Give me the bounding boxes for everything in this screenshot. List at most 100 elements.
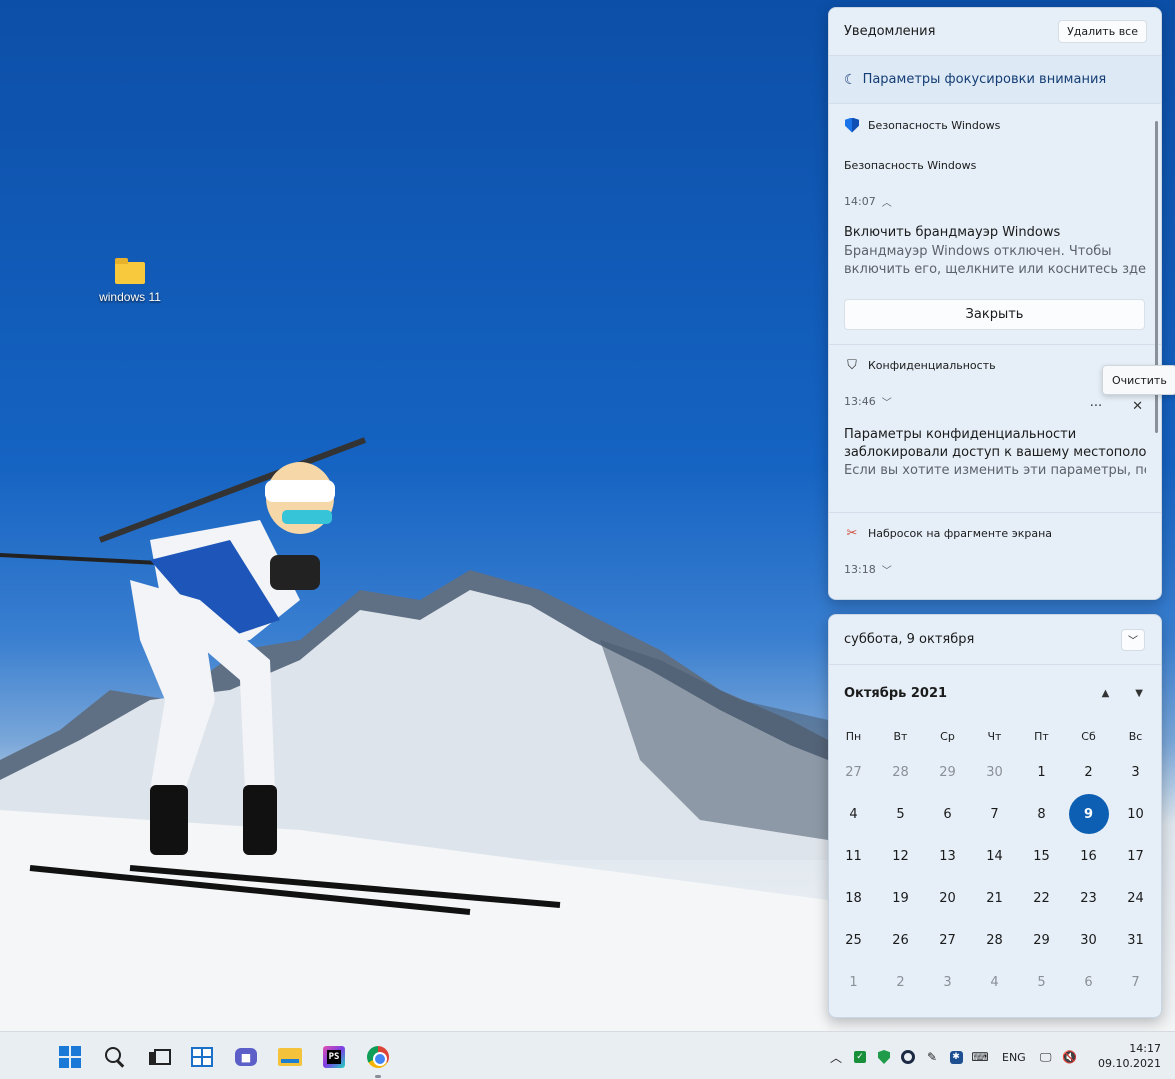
calendar-flyout: суббота, 9 октября ﹀ Октябрь 2021 ▲ ▼ Пн… bbox=[828, 614, 1162, 1018]
focus-assist-label: Параметры фокусировки внимания bbox=[862, 72, 1107, 87]
calendar-day[interactable]: 11 bbox=[830, 835, 877, 877]
chrome-button[interactable] bbox=[356, 1042, 400, 1078]
clock-date: 09.10.2021 bbox=[1098, 1057, 1161, 1070]
widgets-button[interactable] bbox=[180, 1042, 224, 1072]
search-button[interactable] bbox=[92, 1042, 136, 1072]
file-explorer-icon bbox=[278, 1048, 302, 1066]
taskbar-apps: ■ PS bbox=[48, 1042, 400, 1078]
calendar-day[interactable]: 4 bbox=[971, 961, 1018, 1003]
notification-app-name: Безопасность Windows bbox=[844, 158, 977, 172]
file-explorer-button[interactable] bbox=[268, 1042, 312, 1072]
next-month-arrow-icon[interactable]: ▼ bbox=[1135, 688, 1143, 699]
calendar-day-number: 3 bbox=[943, 974, 952, 990]
calendar-day[interactable]: 10 bbox=[1112, 793, 1159, 835]
calendar-collapse-button[interactable]: ﹀ bbox=[1121, 628, 1145, 651]
calendar-day[interactable]: 13 bbox=[924, 835, 971, 877]
calendar-day[interactable]: 12 bbox=[877, 835, 924, 877]
chevron-down-icon: ﹀ bbox=[1128, 636, 1138, 647]
calendar-day[interactable]: 17 bbox=[1112, 835, 1159, 877]
calendar-day-today[interactable]: 9 bbox=[1065, 793, 1112, 835]
volume-muted-icon[interactable]: 🔇 bbox=[1058, 1045, 1082, 1069]
search-icon bbox=[105, 1047, 121, 1063]
calendar-day[interactable]: 2 bbox=[1065, 751, 1112, 793]
calendar-day[interactable]: 28 bbox=[877, 751, 924, 793]
tray-circle-app-icon[interactable] bbox=[896, 1045, 920, 1069]
task-view-button[interactable] bbox=[136, 1042, 180, 1072]
notification-group-snip-sketch[interactable]: ✂ Набросок на фрагменте экрана 13:18 ﹀ bbox=[829, 513, 1161, 586]
calendar-day[interactable]: 6 bbox=[924, 793, 971, 835]
calendar-day[interactable]: 5 bbox=[877, 793, 924, 835]
running-indicator bbox=[375, 1075, 381, 1078]
group-app-header: ✂ Набросок на фрагменте экрана bbox=[844, 513, 1146, 553]
calendar-day[interactable]: 23 bbox=[1065, 877, 1112, 919]
calendar-day[interactable]: 6 bbox=[1065, 961, 1112, 1003]
calendar-day[interactable]: 19 bbox=[877, 877, 924, 919]
tray-app-green-icon[interactable]: ✓ bbox=[848, 1045, 872, 1069]
close-icon[interactable]: ✕ bbox=[1132, 399, 1143, 414]
calendar-day-number: 29 bbox=[1033, 932, 1050, 948]
calendar-day[interactable]: 7 bbox=[971, 793, 1018, 835]
calendar-day[interactable]: 27 bbox=[924, 919, 971, 961]
calendar-day[interactable]: 25 bbox=[830, 919, 877, 961]
calendar-day[interactable]: 16 bbox=[1065, 835, 1112, 877]
calendar-day[interactable]: 31 bbox=[1112, 919, 1159, 961]
calendar-day[interactable]: 2 bbox=[877, 961, 924, 1003]
previous-month-arrow-icon[interactable]: ▲ bbox=[1102, 688, 1110, 699]
clear-all-button[interactable]: Удалить все bbox=[1058, 20, 1147, 43]
calendar-day[interactable]: 29 bbox=[924, 751, 971, 793]
calendar-day[interactable]: 8 bbox=[1018, 793, 1065, 835]
task-view-icon bbox=[149, 1049, 171, 1065]
calendar-day[interactable]: 29 bbox=[1018, 919, 1065, 961]
system-tray: ︿ ✓ ✎ ✱ ⌨ ENG 🖵 🔇 bbox=[824, 1042, 1082, 1072]
settings-gear-tray-icon[interactable]: ✱ bbox=[944, 1045, 968, 1069]
keyboard-icon[interactable]: ⌨ bbox=[968, 1045, 992, 1069]
calendar-day[interactable]: 24 bbox=[1112, 877, 1159, 919]
calendar-day[interactable]: 22 bbox=[1018, 877, 1065, 919]
calendar-month-label[interactable]: Октябрь 2021 bbox=[844, 686, 947, 701]
calendar-day[interactable]: 20 bbox=[924, 877, 971, 919]
calendar-day-number: 16 bbox=[1080, 848, 1097, 864]
network-icon[interactable]: 🖵 bbox=[1034, 1045, 1058, 1069]
desktop-folder-windows-11[interactable]: windows 11 bbox=[94, 258, 166, 304]
group-app-name: Набросок на фрагменте экрана bbox=[868, 526, 1053, 540]
notification-list[interactable]: Безопасность Windows Безопасность Window… bbox=[829, 105, 1161, 599]
calendar-day[interactable]: 27 bbox=[830, 751, 877, 793]
calendar-day[interactable]: 28 bbox=[971, 919, 1018, 961]
focus-assist-settings-link[interactable]: ☾ Параметры фокусировки внимания bbox=[829, 56, 1161, 104]
calendar-day[interactable]: 18 bbox=[830, 877, 877, 919]
calendar-day[interactable]: 7 bbox=[1112, 961, 1159, 1003]
chevron-down-icon[interactable]: ﹀ bbox=[882, 562, 892, 577]
security-shield-icon[interactable] bbox=[872, 1045, 896, 1069]
weekday-header: Пт bbox=[1034, 729, 1049, 743]
calendar-day[interactable]: 5 bbox=[1018, 961, 1065, 1003]
chevron-down-icon[interactable]: ﹀ bbox=[882, 394, 892, 409]
calendar-day[interactable]: 15 bbox=[1018, 835, 1065, 877]
taskbar-clock[interactable]: 14:17 09.10.2021 bbox=[1098, 1041, 1161, 1071]
windows-security-shield-icon bbox=[844, 117, 860, 133]
notification-time: 13:18 bbox=[844, 563, 876, 576]
calendar-day[interactable]: 1 bbox=[1018, 751, 1065, 793]
calendar-day[interactable]: 14 bbox=[971, 835, 1018, 877]
calendar-day[interactable]: 30 bbox=[1065, 919, 1112, 961]
chevron-up-icon[interactable]: ︿ bbox=[882, 194, 892, 209]
notification-group-security[interactable]: Безопасность Windows Безопасность Window… bbox=[829, 105, 1161, 345]
weekday-header: Пн bbox=[845, 729, 862, 743]
more-options-icon[interactable]: ··· bbox=[1090, 399, 1102, 414]
notification-heading-line: заблокировали доступ к вашему местополож… bbox=[844, 445, 1146, 460]
weekday-header: Вс bbox=[1128, 729, 1143, 743]
show-hidden-icons-chevron-icon[interactable]: ︿ bbox=[824, 1045, 848, 1069]
notification-close-action-button[interactable]: Закрыть bbox=[844, 299, 1145, 330]
calendar-day[interactable]: 30 bbox=[971, 751, 1018, 793]
input-language-indicator[interactable]: ENG bbox=[1002, 1051, 1026, 1064]
start-button[interactable] bbox=[48, 1042, 92, 1072]
feather-app-icon[interactable]: ✎ bbox=[920, 1045, 944, 1069]
calendar-day[interactable]: 3 bbox=[1112, 751, 1159, 793]
teams-chat-button[interactable]: ■ bbox=[224, 1042, 268, 1072]
phpstorm-button[interactable]: PS bbox=[312, 1042, 356, 1072]
calendar-day[interactable]: 26 bbox=[877, 919, 924, 961]
calendar-day[interactable]: 4 bbox=[830, 793, 877, 835]
calendar-day[interactable]: 21 bbox=[971, 877, 1018, 919]
calendar-day[interactable]: 3 bbox=[924, 961, 971, 1003]
calendar-day[interactable]: 1 bbox=[830, 961, 877, 1003]
calendar-day-number: 17 bbox=[1127, 848, 1144, 864]
